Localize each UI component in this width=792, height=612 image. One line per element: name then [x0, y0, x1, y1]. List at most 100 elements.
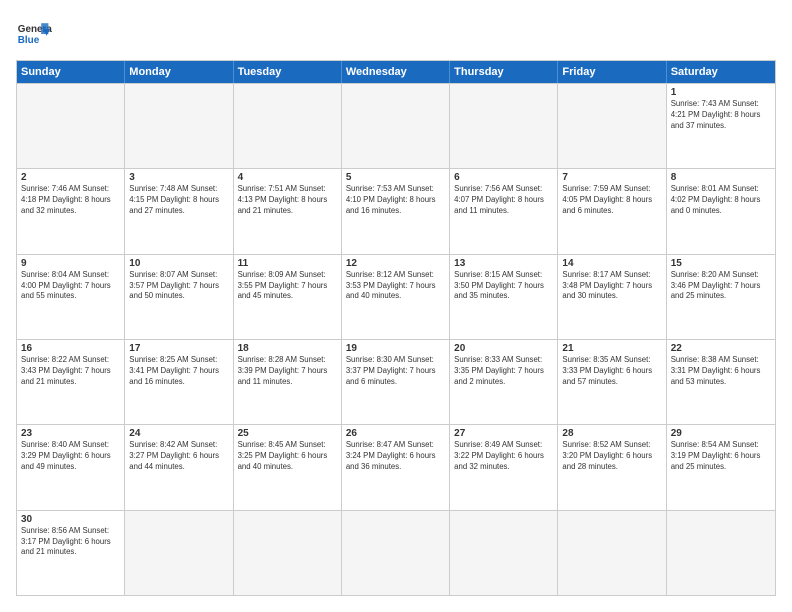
weekday-header-friday: Friday [558, 61, 666, 83]
day-number: 12 [346, 258, 445, 269]
calendar-empty-cell [558, 511, 666, 595]
day-info: Sunrise: 8:07 AM Sunset: 3:57 PM Dayligh… [129, 270, 228, 303]
day-info: Sunrise: 7:56 AM Sunset: 4:07 PM Dayligh… [454, 184, 553, 217]
day-info: Sunrise: 7:43 AM Sunset: 4:21 PM Dayligh… [671, 99, 771, 132]
day-info: Sunrise: 8:47 AM Sunset: 3:24 PM Dayligh… [346, 440, 445, 473]
calendar-empty-cell [17, 84, 125, 168]
day-number: 5 [346, 172, 445, 183]
day-info: Sunrise: 8:54 AM Sunset: 3:19 PM Dayligh… [671, 440, 771, 473]
calendar-day-17: 17Sunrise: 8:25 AM Sunset: 3:41 PM Dayli… [125, 340, 233, 424]
day-info: Sunrise: 8:33 AM Sunset: 3:35 PM Dayligh… [454, 355, 553, 388]
logo: General Blue [16, 16, 52, 52]
day-number: 3 [129, 172, 228, 183]
day-number: 19 [346, 343, 445, 354]
weekday-header-tuesday: Tuesday [234, 61, 342, 83]
weekday-header-monday: Monday [125, 61, 233, 83]
calendar-empty-cell [450, 511, 558, 595]
calendar-day-15: 15Sunrise: 8:20 AM Sunset: 3:46 PM Dayli… [667, 255, 775, 339]
day-number: 23 [21, 428, 120, 439]
day-number: 18 [238, 343, 337, 354]
calendar-day-2: 2Sunrise: 7:46 AM Sunset: 4:18 PM Daylig… [17, 169, 125, 253]
calendar-day-12: 12Sunrise: 8:12 AM Sunset: 3:53 PM Dayli… [342, 255, 450, 339]
calendar-day-10: 10Sunrise: 8:07 AM Sunset: 3:57 PM Dayli… [125, 255, 233, 339]
calendar-day-18: 18Sunrise: 8:28 AM Sunset: 3:39 PM Dayli… [234, 340, 342, 424]
weekday-header-wednesday: Wednesday [342, 61, 450, 83]
svg-text:Blue: Blue [18, 35, 40, 46]
calendar-week-3: 9Sunrise: 8:04 AM Sunset: 4:00 PM Daylig… [17, 254, 775, 339]
day-info: Sunrise: 8:52 AM Sunset: 3:20 PM Dayligh… [562, 440, 661, 473]
day-info: Sunrise: 8:15 AM Sunset: 3:50 PM Dayligh… [454, 270, 553, 303]
calendar-empty-cell [342, 84, 450, 168]
calendar-day-5: 5Sunrise: 7:53 AM Sunset: 4:10 PM Daylig… [342, 169, 450, 253]
day-number: 30 [21, 514, 120, 525]
calendar-day-7: 7Sunrise: 7:59 AM Sunset: 4:05 PM Daylig… [558, 169, 666, 253]
weekday-header-thursday: Thursday [450, 61, 558, 83]
calendar-body: 1Sunrise: 7:43 AM Sunset: 4:21 PM Daylig… [17, 83, 775, 595]
calendar-day-24: 24Sunrise: 8:42 AM Sunset: 3:27 PM Dayli… [125, 425, 233, 509]
day-info: Sunrise: 7:59 AM Sunset: 4:05 PM Dayligh… [562, 184, 661, 217]
day-info: Sunrise: 7:48 AM Sunset: 4:15 PM Dayligh… [129, 184, 228, 217]
calendar-day-28: 28Sunrise: 8:52 AM Sunset: 3:20 PM Dayli… [558, 425, 666, 509]
calendar-empty-cell [234, 84, 342, 168]
calendar-week-1: 1Sunrise: 7:43 AM Sunset: 4:21 PM Daylig… [17, 83, 775, 168]
calendar-day-13: 13Sunrise: 8:15 AM Sunset: 3:50 PM Dayli… [450, 255, 558, 339]
day-info: Sunrise: 8:09 AM Sunset: 3:55 PM Dayligh… [238, 270, 337, 303]
calendar-day-19: 19Sunrise: 8:30 AM Sunset: 3:37 PM Dayli… [342, 340, 450, 424]
calendar-day-9: 9Sunrise: 8:04 AM Sunset: 4:00 PM Daylig… [17, 255, 125, 339]
day-number: 29 [671, 428, 771, 439]
day-number: 16 [21, 343, 120, 354]
day-number: 6 [454, 172, 553, 183]
calendar-week-2: 2Sunrise: 7:46 AM Sunset: 4:18 PM Daylig… [17, 168, 775, 253]
calendar-day-30: 30Sunrise: 8:56 AM Sunset: 3:17 PM Dayli… [17, 511, 125, 595]
day-info: Sunrise: 8:56 AM Sunset: 3:17 PM Dayligh… [21, 526, 120, 559]
calendar-day-11: 11Sunrise: 8:09 AM Sunset: 3:55 PM Dayli… [234, 255, 342, 339]
day-info: Sunrise: 8:45 AM Sunset: 3:25 PM Dayligh… [238, 440, 337, 473]
weekday-header-saturday: Saturday [667, 61, 775, 83]
calendar-empty-cell [125, 84, 233, 168]
calendar-day-27: 27Sunrise: 8:49 AM Sunset: 3:22 PM Dayli… [450, 425, 558, 509]
day-info: Sunrise: 8:40 AM Sunset: 3:29 PM Dayligh… [21, 440, 120, 473]
calendar-header: SundayMondayTuesdayWednesdayThursdayFrid… [17, 61, 775, 83]
day-number: 15 [671, 258, 771, 269]
day-number: 10 [129, 258, 228, 269]
calendar-day-1: 1Sunrise: 7:43 AM Sunset: 4:21 PM Daylig… [667, 84, 775, 168]
day-number: 13 [454, 258, 553, 269]
day-info: Sunrise: 8:38 AM Sunset: 3:31 PM Dayligh… [671, 355, 771, 388]
day-info: Sunrise: 8:17 AM Sunset: 3:48 PM Dayligh… [562, 270, 661, 303]
calendar-day-26: 26Sunrise: 8:47 AM Sunset: 3:24 PM Dayli… [342, 425, 450, 509]
day-number: 7 [562, 172, 661, 183]
calendar-week-5: 23Sunrise: 8:40 AM Sunset: 3:29 PM Dayli… [17, 424, 775, 509]
day-info: Sunrise: 7:46 AM Sunset: 4:18 PM Dayligh… [21, 184, 120, 217]
calendar-day-20: 20Sunrise: 8:33 AM Sunset: 3:35 PM Dayli… [450, 340, 558, 424]
calendar-day-14: 14Sunrise: 8:17 AM Sunset: 3:48 PM Dayli… [558, 255, 666, 339]
day-number: 28 [562, 428, 661, 439]
calendar-day-23: 23Sunrise: 8:40 AM Sunset: 3:29 PM Dayli… [17, 425, 125, 509]
day-info: Sunrise: 8:20 AM Sunset: 3:46 PM Dayligh… [671, 270, 771, 303]
generalblue-logo-icon: General Blue [16, 16, 52, 52]
calendar-day-6: 6Sunrise: 7:56 AM Sunset: 4:07 PM Daylig… [450, 169, 558, 253]
day-info: Sunrise: 8:49 AM Sunset: 3:22 PM Dayligh… [454, 440, 553, 473]
day-number: 27 [454, 428, 553, 439]
calendar-empty-cell [667, 511, 775, 595]
calendar: SundayMondayTuesdayWednesdayThursdayFrid… [16, 60, 776, 596]
day-info: Sunrise: 8:12 AM Sunset: 3:53 PM Dayligh… [346, 270, 445, 303]
day-number: 22 [671, 343, 771, 354]
day-number: 26 [346, 428, 445, 439]
calendar-day-16: 16Sunrise: 8:22 AM Sunset: 3:43 PM Dayli… [17, 340, 125, 424]
day-info: Sunrise: 8:04 AM Sunset: 4:00 PM Dayligh… [21, 270, 120, 303]
day-number: 4 [238, 172, 337, 183]
day-info: Sunrise: 8:25 AM Sunset: 3:41 PM Dayligh… [129, 355, 228, 388]
calendar-week-4: 16Sunrise: 8:22 AM Sunset: 3:43 PM Dayli… [17, 339, 775, 424]
day-number: 14 [562, 258, 661, 269]
day-number: 9 [21, 258, 120, 269]
day-number: 1 [671, 87, 771, 98]
day-number: 24 [129, 428, 228, 439]
page: General Blue SundayMondayTuesdayWednesda… [0, 0, 792, 612]
calendar-day-3: 3Sunrise: 7:48 AM Sunset: 4:15 PM Daylig… [125, 169, 233, 253]
calendar-day-8: 8Sunrise: 8:01 AM Sunset: 4:02 PM Daylig… [667, 169, 775, 253]
day-info: Sunrise: 8:28 AM Sunset: 3:39 PM Dayligh… [238, 355, 337, 388]
day-info: Sunrise: 8:30 AM Sunset: 3:37 PM Dayligh… [346, 355, 445, 388]
calendar-week-6: 30Sunrise: 8:56 AM Sunset: 3:17 PM Dayli… [17, 510, 775, 595]
day-info: Sunrise: 8:01 AM Sunset: 4:02 PM Dayligh… [671, 184, 771, 217]
calendar-empty-cell [342, 511, 450, 595]
